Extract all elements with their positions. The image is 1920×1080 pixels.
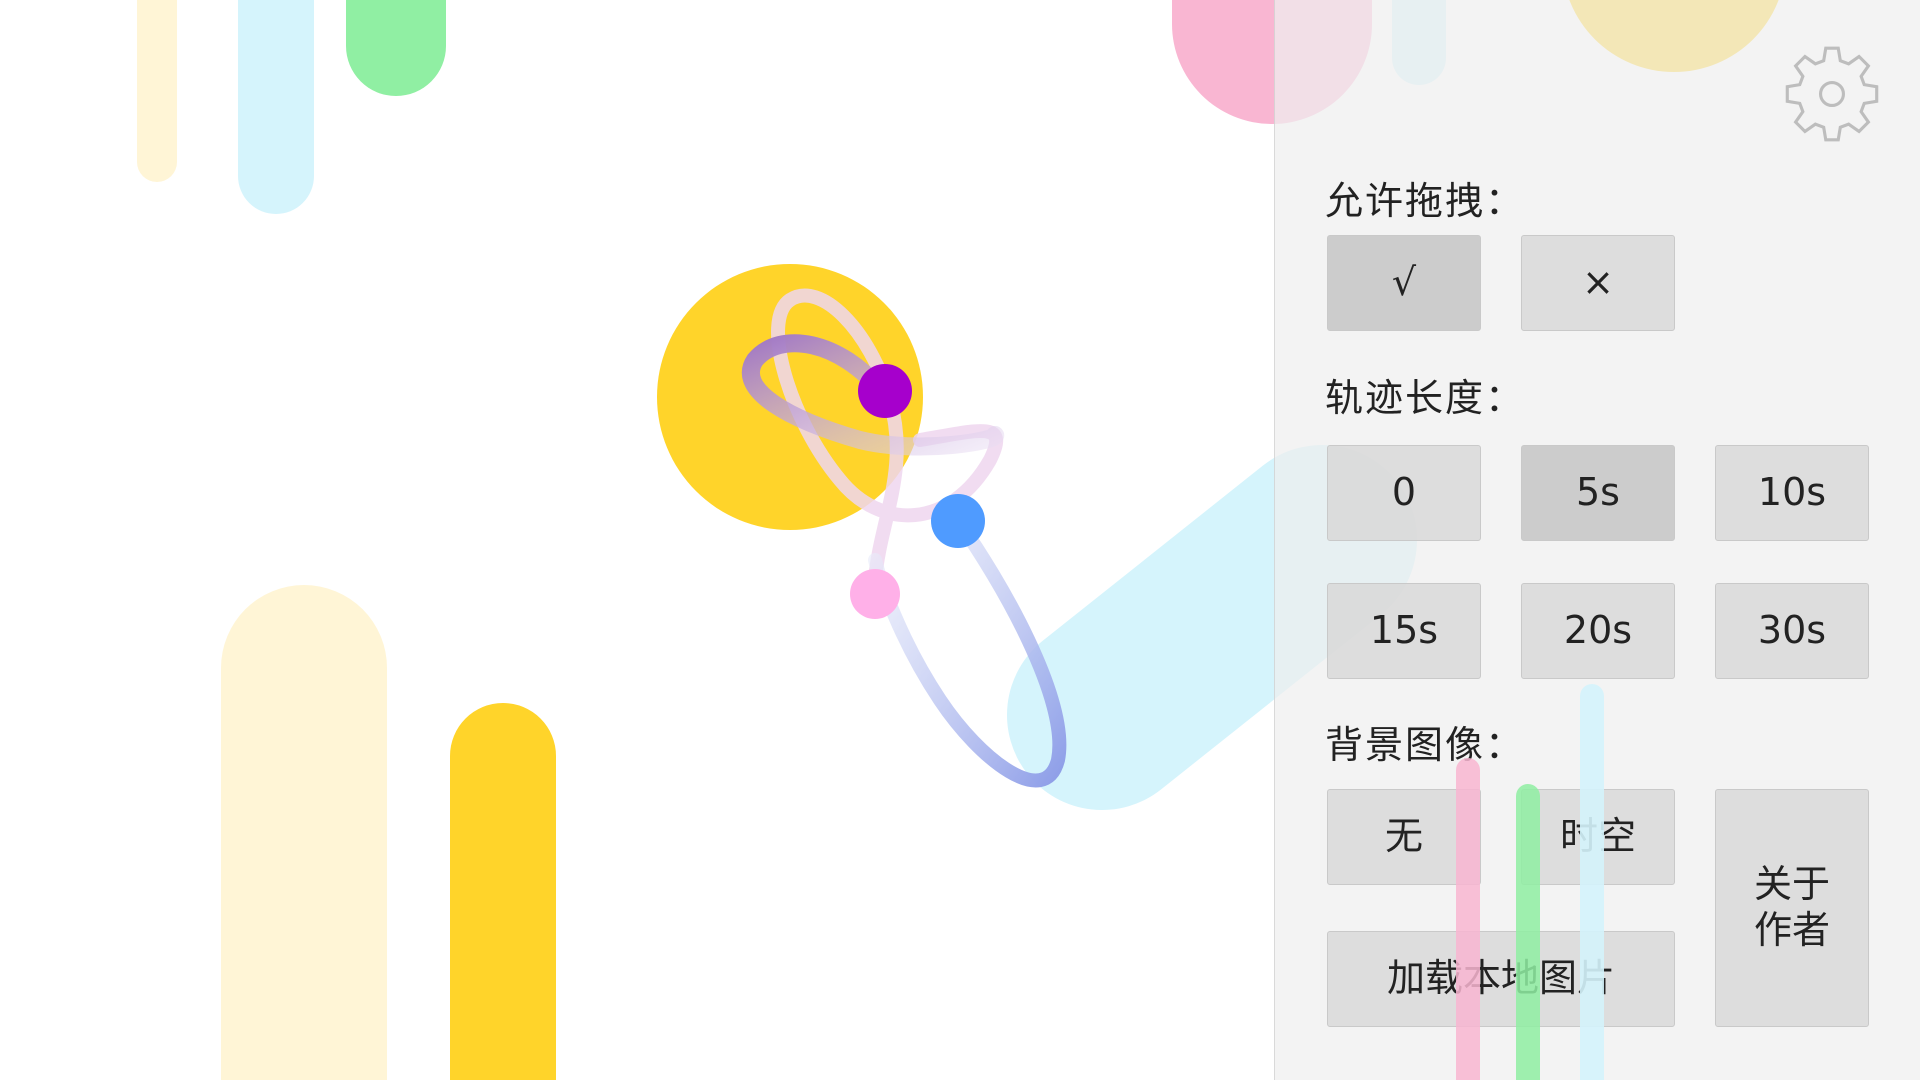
load-local-image-button[interactable]: 加载本地图片 <box>1327 931 1675 1027</box>
drag-no-button[interactable]: × <box>1521 235 1675 331</box>
trail-5s-button[interactable]: 5s <box>1521 445 1675 541</box>
about-author-button[interactable]: 关于 作者 <box>1715 789 1869 1027</box>
blue-body[interactable] <box>931 494 985 548</box>
pink-body[interactable] <box>850 569 900 619</box>
trail-20s-button[interactable]: 20s <box>1521 583 1675 679</box>
drag-yes-button[interactable]: √ <box>1327 235 1481 331</box>
trail-0-button[interactable]: 0 <box>1327 445 1481 541</box>
trail-15s-button[interactable]: 15s <box>1327 583 1481 679</box>
background-image-label: 背景图像： <box>1325 723 1526 767</box>
purple-body[interactable] <box>858 364 912 418</box>
trail-30s-button[interactable]: 30s <box>1715 583 1869 679</box>
background-spacetime-button[interactable]: 时空 <box>1521 789 1675 885</box>
trail-10s-button[interactable]: 10s <box>1715 445 1869 541</box>
drag-label: 允许拖拽： <box>1325 179 1526 223</box>
blue-body-trail <box>868 515 1067 788</box>
gear-icon[interactable] <box>1780 42 1884 146</box>
background-none-button[interactable]: 无 <box>1327 789 1481 885</box>
trail-length-label: 轨迹长度： <box>1325 376 1526 420</box>
